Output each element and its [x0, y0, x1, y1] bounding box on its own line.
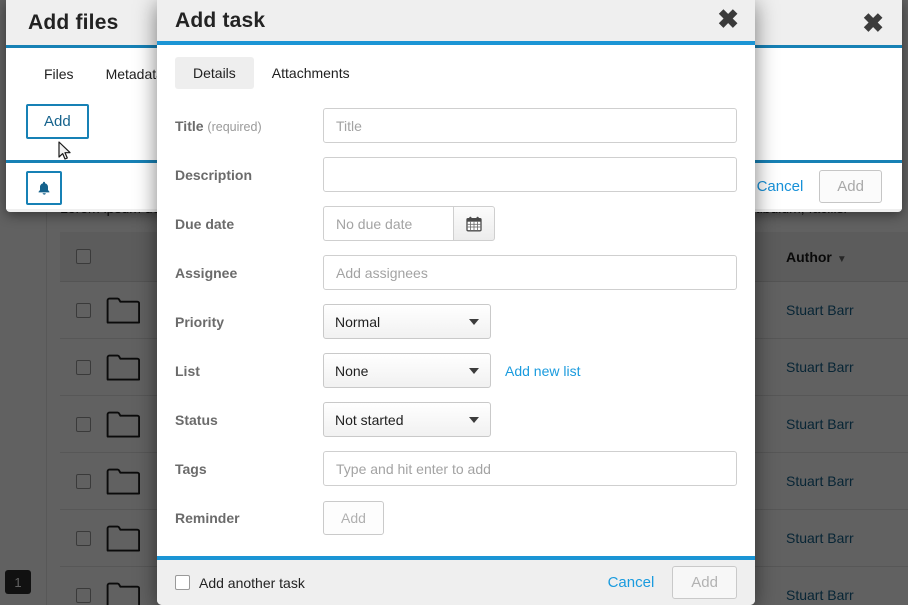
priority-select[interactable]: Normal	[323, 304, 491, 339]
add-task-header: Add task ✖	[157, 0, 755, 45]
screen: Lorem ipsum dolor sit amet, consectetur …	[0, 0, 908, 605]
description-input[interactable]	[323, 157, 737, 192]
add-files-add-button[interactable]: Add	[26, 104, 89, 139]
close-icon[interactable]: ✖	[862, 10, 884, 36]
close-icon[interactable]: ✖	[717, 6, 739, 32]
chevron-down-icon	[469, 367, 479, 374]
add-task-tabs: Details Attachments	[157, 57, 755, 89]
tags-input[interactable]	[323, 451, 737, 486]
title-input[interactable]	[323, 108, 737, 143]
add-files-title: Add files	[28, 10, 119, 34]
label-assignee: Assignee	[175, 264, 238, 281]
status-select[interactable]: Not started	[323, 402, 491, 437]
calendar-icon[interactable]	[453, 206, 495, 241]
add-task-title: Add task	[175, 8, 266, 32]
list-select[interactable]: None	[323, 353, 491, 388]
mouse-cursor-icon	[58, 141, 71, 160]
field-row-description: Description	[157, 150, 755, 199]
add-another-task-checkbox[interactable]	[175, 575, 190, 590]
label-tags: Tags	[175, 460, 207, 477]
label-description: Description	[175, 166, 253, 183]
priority-select-value: Normal	[335, 313, 381, 330]
tab-details[interactable]: Details	[175, 57, 254, 89]
due-date-group	[323, 206, 495, 241]
label-title-required: (required)	[207, 119, 262, 134]
tab-attachments[interactable]: Attachments	[254, 57, 368, 89]
label-title-text: Title	[175, 117, 204, 134]
field-row-due-date: Due date	[157, 199, 755, 248]
label-title: Title (required)	[175, 118, 323, 134]
label-priority: Priority	[175, 313, 225, 330]
label-list: List	[175, 362, 200, 379]
field-row-title: Title (required)	[157, 101, 755, 150]
label-status: Status	[175, 411, 218, 428]
field-row-list: List None Add new list	[157, 346, 755, 395]
label-reminder: Reminder	[175, 509, 240, 526]
label-due-date: Due date	[175, 215, 235, 232]
add-task-dialog: Add task ✖ Details Attachments Title (re…	[157, 0, 755, 605]
reminder-add-button[interactable]: Add	[323, 500, 384, 535]
chevron-down-icon	[469, 416, 479, 423]
field-row-reminder: Reminder Add	[157, 493, 755, 542]
list-select-value: None	[335, 362, 369, 379]
add-new-list-link[interactable]: Add new list	[505, 363, 580, 379]
due-date-input[interactable]	[323, 206, 453, 241]
add-another-task-label[interactable]: Add another task	[199, 575, 305, 591]
add-task-submit-button[interactable]: Add	[672, 566, 737, 599]
tab-files[interactable]: Files	[28, 60, 90, 88]
add-files-footer-add-button[interactable]: Add	[819, 169, 882, 203]
add-files-cancel-link[interactable]: Cancel	[757, 178, 804, 195]
bell-icon[interactable]	[26, 171, 62, 205]
field-row-priority: Priority Normal	[157, 297, 755, 346]
field-row-assignee: Assignee	[157, 248, 755, 297]
field-row-status: Status Not started	[157, 395, 755, 444]
add-task-body: Details Attachments Title (required) Des…	[157, 45, 755, 556]
add-task-footer: Add another task Cancel Add	[157, 556, 755, 605]
field-row-tags: Tags	[157, 444, 755, 493]
add-task-cancel-link[interactable]: Cancel	[608, 574, 655, 591]
assignee-input[interactable]	[323, 255, 737, 290]
chevron-down-icon	[469, 318, 479, 325]
status-select-value: Not started	[335, 411, 404, 428]
